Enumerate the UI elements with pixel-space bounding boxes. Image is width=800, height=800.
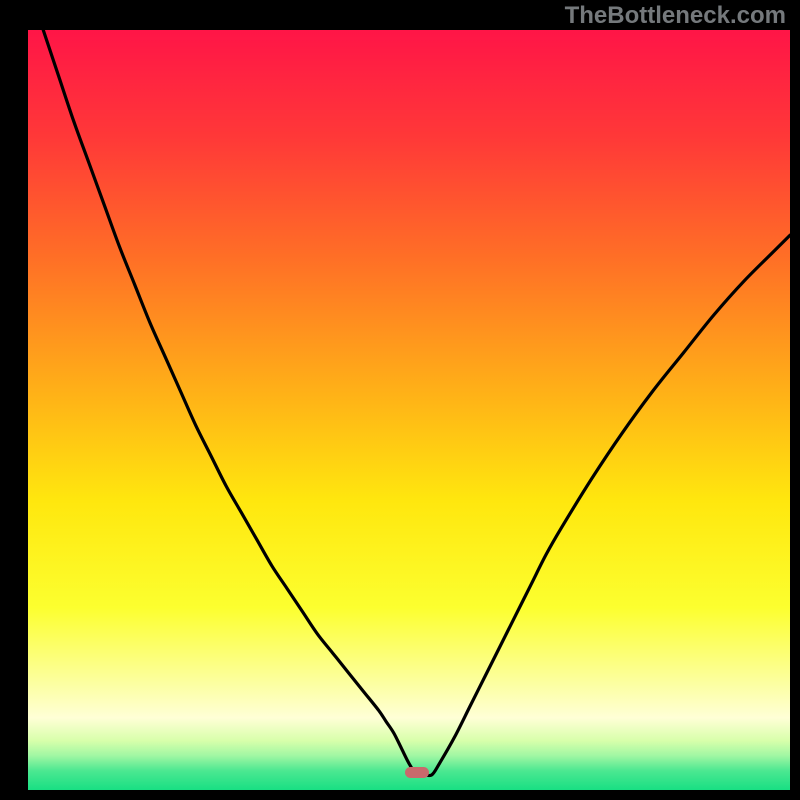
chart-container: TheBottleneck.com xyxy=(0,0,800,800)
plot-area xyxy=(28,30,790,790)
chart-svg xyxy=(28,30,790,790)
optimum-marker xyxy=(405,767,429,778)
gradient-background xyxy=(28,30,790,790)
watermark-text: TheBottleneck.com xyxy=(565,2,786,30)
